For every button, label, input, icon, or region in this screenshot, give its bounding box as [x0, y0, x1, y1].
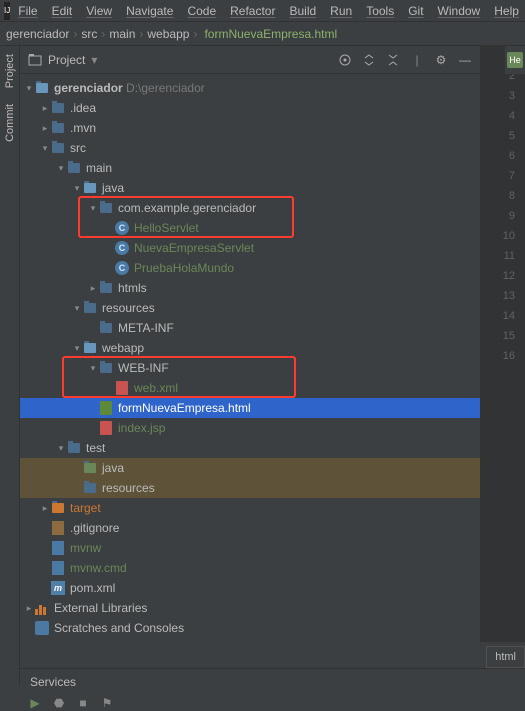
crumb-main[interactable]: main	[109, 27, 135, 41]
menu-code[interactable]: Code	[181, 2, 222, 20]
crumb-file[interactable]: formNuevaEmpresa.html	[201, 27, 337, 41]
gutter-line: 6	[481, 146, 525, 166]
crumb-webapp[interactable]: webapp	[147, 27, 189, 41]
tree-external-libraries[interactable]: ▸External Libraries	[20, 598, 480, 618]
tree-webapp[interactable]: ▾webapp	[20, 338, 480, 358]
tree-helloservlet[interactable]: CHelloServlet	[20, 218, 480, 238]
menu-view[interactable]: View	[80, 2, 118, 20]
project-label: Project	[48, 53, 85, 67]
menu-help[interactable]: Help	[488, 2, 525, 20]
crumb-src[interactable]: src	[81, 27, 97, 41]
sidetab-commit[interactable]: Commit	[4, 104, 16, 142]
tree-webxml[interactable]: web.xml	[20, 378, 480, 398]
tree-htmls[interactable]: ▸htmls	[20, 278, 480, 298]
crumb-project[interactable]: gerenciador	[6, 27, 69, 41]
tree-idea[interactable]: ▸.idea	[20, 98, 480, 118]
gutter-line: 16	[481, 346, 525, 366]
gutter-line: 10	[481, 226, 525, 246]
gutter-line: 15	[481, 326, 525, 346]
menu-git[interactable]: Git	[402, 2, 429, 20]
tree-root[interactable]: ▾gerenciador D:\gerenciador	[20, 78, 480, 98]
editor-tag-crumb[interactable]: html	[486, 646, 525, 668]
tree-pom[interactable]: mpom.xml	[20, 578, 480, 598]
project-tool-window: Project ▾ | ⚙ — ▾gerenciador D:\gerencia…	[20, 46, 480, 642]
app-logo-icon: IJ	[4, 2, 10, 20]
tree-test[interactable]: ▾test	[20, 438, 480, 458]
project-icon	[28, 53, 42, 67]
tree-gitignore[interactable]: .gitignore	[20, 518, 480, 538]
tree-mvnwcmd[interactable]: mvnw.cmd	[20, 558, 480, 578]
tree-main[interactable]: ▾main	[20, 158, 480, 178]
sidetab-project[interactable]: Project	[4, 54, 16, 88]
menu-tools[interactable]: Tools	[360, 2, 400, 20]
divider: |	[410, 53, 424, 67]
menu-edit[interactable]: Edit	[46, 2, 79, 20]
tree-target[interactable]: ▸target	[20, 498, 480, 518]
breadcrumb: gerenciador› src› main› webapp› formNuev…	[0, 22, 525, 46]
tree-test-resources[interactable]: resources	[20, 478, 480, 498]
tree-indexjsp[interactable]: index.jsp	[20, 418, 480, 438]
tree-java[interactable]: ▾java	[20, 178, 480, 198]
tree-package[interactable]: ▾com.example.gerenciador	[20, 198, 480, 218]
gutter-line: 13	[481, 286, 525, 306]
select-opened-file-icon[interactable]	[338, 53, 352, 67]
dropdown-icon[interactable]: ▾	[91, 53, 97, 67]
collapse-all-icon[interactable]	[386, 53, 400, 67]
gutter-line: 5	[481, 126, 525, 146]
hide-icon[interactable]: —	[458, 53, 472, 67]
gutter-line: 7	[481, 166, 525, 186]
menu-file[interactable]: File	[12, 2, 43, 20]
gutter-line: 8	[481, 186, 525, 206]
tree-formnuevaempresa[interactable]: formNuevaEmpresa.html	[20, 398, 480, 418]
right-toolbar: He	[505, 46, 525, 74]
menu-window[interactable]: Window	[432, 2, 487, 20]
services-tool-window: Services ▶ ⬣ ■ ⚑	[20, 668, 525, 708]
side-tool-tabs: Project Commit	[0, 46, 20, 686]
tree-src[interactable]: ▾src	[20, 138, 480, 158]
menu-refactor[interactable]: Refactor	[224, 2, 281, 20]
tree-test-java[interactable]: java	[20, 458, 480, 478]
menu-bar: IJ File Edit View Navigate Code Refactor…	[0, 0, 525, 22]
tree-pruebaholamundo[interactable]: CPruebaHolaMundo	[20, 258, 480, 278]
settings-icon[interactable]: ⚙	[434, 53, 448, 67]
menu-navigate[interactable]: Navigate	[120, 2, 179, 20]
editor-gutter: 12345678910111213141516	[480, 46, 525, 642]
expand-all-icon[interactable]	[362, 53, 376, 67]
tree-mvn[interactable]: ▸.mvn	[20, 118, 480, 138]
tree-metainf[interactable]: META-INF	[20, 318, 480, 338]
services-tab[interactable]: Services	[20, 669, 525, 695]
tree-resources[interactable]: ▾resources	[20, 298, 480, 318]
highlight-badge[interactable]: He	[507, 52, 523, 68]
gutter-line: 11	[481, 246, 525, 266]
project-header: Project ▾ | ⚙ —	[20, 46, 480, 74]
tree-scratches[interactable]: Scratches and Consoles	[20, 618, 480, 638]
tree-nuevaempresaservlet[interactable]: CNuevaEmpresaServlet	[20, 238, 480, 258]
tree-webinf[interactable]: ▾WEB-INF	[20, 358, 480, 378]
gutter-line: 14	[481, 306, 525, 326]
tree-mvnw[interactable]: mvnw	[20, 538, 480, 558]
menu-run[interactable]: Run	[324, 2, 358, 20]
gutter-line: 4	[481, 106, 525, 126]
gutter-line: 12	[481, 266, 525, 286]
menu-build[interactable]: Build	[283, 2, 322, 20]
gutter-line: 3	[481, 86, 525, 106]
project-tree[interactable]: ▾gerenciador D:\gerenciador ▸.idea ▸.mvn…	[20, 74, 480, 642]
gutter-line: 9	[481, 206, 525, 226]
